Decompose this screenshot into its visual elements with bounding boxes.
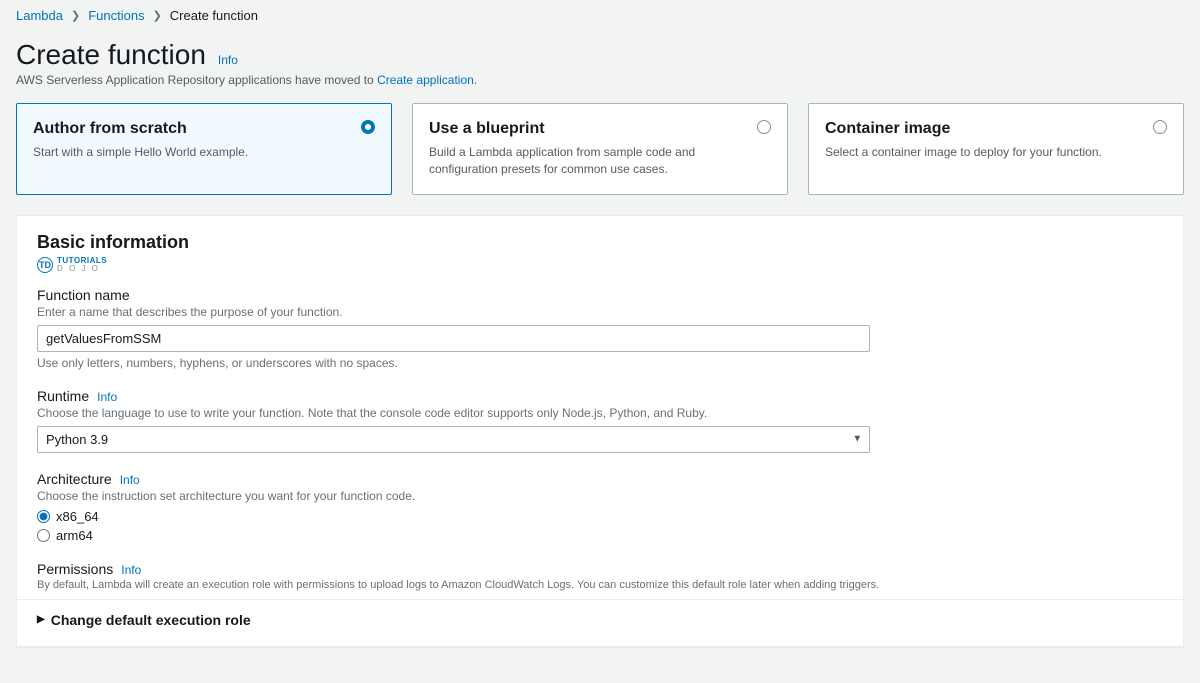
page-subtext-prefix: AWS Serverless Application Repository ap…: [16, 73, 377, 87]
function-name-hint: Use only letters, numbers, hyphens, or u…: [37, 356, 1163, 370]
tutorials-dojo-text: TUTORIALS D O J O: [57, 257, 107, 273]
creation-method-cards: Author from scratch Start with a simple …: [16, 103, 1184, 195]
tutorials-dojo-icon: TD: [37, 257, 53, 273]
architecture-field: Architecture Info Choose the instruction…: [37, 471, 1163, 543]
breadcrumb: Lambda ❯ Functions ❯ Create function: [16, 8, 1184, 23]
architecture-info-link[interactable]: Info: [120, 473, 140, 487]
architecture-radio-x86_64[interactable]: [37, 510, 50, 523]
function-name-label: Function name: [37, 287, 1163, 303]
function-name-field: Function name Enter a name that describe…: [37, 287, 1163, 370]
basic-information-panel: Basic information TD TUTORIALS D O J O F…: [16, 215, 1184, 647]
option-card-desc: Build a Lambda application from sample c…: [429, 144, 745, 178]
option-author-from-scratch[interactable]: Author from scratch Start with a simple …: [16, 103, 392, 195]
tutorials-dojo-watermark: TD TUTORIALS D O J O: [37, 257, 107, 273]
option-use-blueprint[interactable]: Use a blueprint Build a Lambda applicati…: [412, 103, 788, 195]
page-title: Create function: [16, 39, 206, 71]
option-container-image[interactable]: Container image Select a container image…: [808, 103, 1184, 195]
change-default-role-label: Change default execution role: [51, 612, 251, 628]
permissions-field: Permissions Info By default, Lambda will…: [37, 561, 1163, 591]
basic-information-title: Basic information: [37, 232, 1163, 253]
option-card-desc: Start with a simple Hello World example.: [33, 144, 349, 161]
radio-unselected-icon: [1153, 120, 1167, 134]
function-name-desc: Enter a name that describes the purpose …: [37, 305, 1163, 319]
page-title-info-link[interactable]: Info: [218, 53, 238, 67]
radio-selected-icon: [361, 120, 375, 134]
architecture-label: Architecture: [37, 471, 112, 487]
option-card-title: Use a blueprint: [429, 120, 745, 138]
radio-unselected-icon: [757, 120, 771, 134]
architecture-option-x86_64[interactable]: x86_64: [37, 509, 1163, 524]
runtime-select[interactable]: Python 3.9: [37, 426, 870, 453]
option-card-title: Container image: [825, 120, 1141, 138]
change-default-role-expander[interactable]: ▶ Change default execution role: [37, 600, 1163, 638]
triangle-right-icon: ▶: [37, 614, 45, 625]
function-name-input[interactable]: [37, 325, 870, 352]
runtime-label: Runtime: [37, 388, 89, 404]
runtime-field: Runtime Info Choose the language to use …: [37, 388, 1163, 453]
runtime-info-link[interactable]: Info: [97, 390, 117, 404]
breadcrumb-lambda[interactable]: Lambda: [16, 8, 63, 23]
permissions-label: Permissions: [37, 561, 113, 577]
page-subtext: AWS Serverless Application Repository ap…: [16, 73, 1184, 87]
permissions-info-link[interactable]: Info: [121, 563, 141, 577]
page-header: Create function Info AWS Serverless Appl…: [16, 39, 1184, 87]
create-application-link[interactable]: Create application: [377, 73, 474, 87]
breadcrumb-current: Create function: [170, 8, 258, 23]
option-card-title: Author from scratch: [33, 120, 349, 138]
architecture-desc: Choose the instruction set architecture …: [37, 489, 1163, 503]
architecture-label-arm64[interactable]: arm64: [56, 528, 93, 543]
runtime-desc: Choose the language to use to write your…: [37, 406, 1163, 420]
architecture-radio-arm64[interactable]: [37, 529, 50, 542]
chevron-right-icon: ❯: [153, 9, 162, 22]
architecture-label-x86_64[interactable]: x86_64: [56, 509, 99, 524]
architecture-option-arm64[interactable]: arm64: [37, 528, 1163, 543]
option-card-desc: Select a container image to deploy for y…: [825, 144, 1141, 161]
permissions-desc: By default, Lambda will create an execut…: [37, 579, 1163, 591]
page-subtext-suffix: .: [474, 73, 477, 87]
breadcrumb-functions[interactable]: Functions: [88, 8, 144, 23]
chevron-right-icon: ❯: [71, 9, 80, 22]
